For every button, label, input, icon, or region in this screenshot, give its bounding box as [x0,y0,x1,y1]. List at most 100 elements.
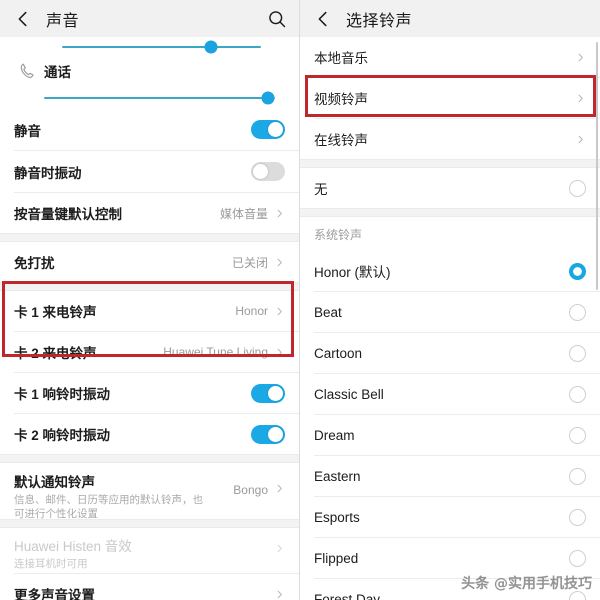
row-label: Huawei Histen 音效 [14,539,132,554]
chevron-right-icon [578,53,583,61]
section-separator [0,282,299,291]
row-ringtone-beat[interactable]: Beat [300,292,600,332]
call-slider-thumb[interactable] [261,91,275,105]
search-icon[interactable] [267,9,287,29]
row-online-ringtone[interactable]: 在线铃声 [300,119,600,159]
sim2-vibrate-toggle[interactable] [251,424,285,444]
sim1-vibrate-toggle[interactable] [251,383,285,403]
dual-pane-screenshot: 声音 通话 静音 静音时振动 按音量键默认控制 媒体音量 免打扰 已关闭 卡 1… [0,0,600,600]
page-title: 选择铃声 [346,12,413,30]
chevron-right-icon [578,94,583,102]
chevron-right-icon [277,590,282,598]
toggle-knob [253,164,268,179]
media-volume-slider[interactable] [0,37,299,54]
row-label: 默认通知铃声 [14,475,95,490]
row-do-not-disturb[interactable]: 免打扰 已关闭 [0,242,299,282]
back-arrow-icon[interactable] [12,8,34,30]
row-label: 卡 2 响铃时振动 [14,428,111,443]
ringtone-radio[interactable] [569,467,586,485]
left-scroll-body[interactable]: 通话 静音 静音时振动 按音量键默认控制 媒体音量 免打扰 已关闭 卡 1 来电… [0,37,299,600]
mute-toggle[interactable] [251,120,285,139]
right-scroll-body[interactable]: 本地音乐 视频铃声 在线铃声 无 系统铃声 Honor (默认) Beat Ca… [300,37,600,600]
chevron-right-icon [277,544,282,553]
row-ringtone-flipped[interactable]: Flipped [300,538,600,578]
row-volume-key-default[interactable]: 按音量键默认控制 媒体音量 [0,193,299,233]
row-sim1-ringtone[interactable]: 卡 1 来电铃声 Honor [0,291,299,331]
row-sim2-ringtone[interactable]: 卡 2 来电铃声 Huawei Tune Living [0,332,299,372]
row-more-sound-settings[interactable]: 更多声音设置 [0,574,299,600]
sound-settings-pane: 声音 通话 静音 静音时振动 按音量键默认控制 媒体音量 免打扰 已关闭 卡 1… [0,0,300,600]
row-label: Classic Bell [314,386,384,402]
ringtone-radio[interactable] [569,426,586,444]
row-label: Esports [314,509,360,525]
row-label: 静音时振动 [14,165,82,181]
call-volume-label: 通话 [44,65,71,80]
ringtone-radio[interactable] [569,344,586,362]
row-label: Honor (默认) [314,265,391,280]
row-label: 无 [314,182,328,197]
section-separator [0,233,299,242]
section-separator [300,208,600,217]
row-label: 卡 1 响铃时振动 [14,387,111,402]
none-radio[interactable] [569,179,586,197]
row-ringtone-esports[interactable]: Esports [300,497,600,537]
back-arrow-icon[interactable] [312,8,334,30]
row-label: Forest Day [314,591,381,600]
section-header-system-ringtones: 系统铃声 [300,217,600,251]
vibrate-on-silent-toggle[interactable] [251,162,285,181]
row-none[interactable]: 无 [300,168,600,208]
row-label: 本地音乐 [314,51,368,66]
chevron-right-icon [277,348,282,356]
row-label: 卡 2 来电铃声 [14,346,97,361]
row-ringtone-cartoon[interactable]: Cartoon [300,333,600,373]
row-label: Beat [314,304,342,320]
right-header: 选择铃声 [300,0,600,37]
row-default-notification-tone[interactable]: 默认通知铃声 信息、邮件、日历等应用的默认铃声，也可进行个性化设置 Bongo [0,463,299,520]
row-label: Cartoon [314,345,363,361]
ringtone-radio[interactable] [569,508,586,526]
section-separator [0,454,299,463]
watermark: 头条 @实用手机技巧 [461,576,592,592]
chevron-right-icon [277,209,282,217]
row-ringtone-eastern[interactable]: Eastern [300,456,600,496]
chevron-right-icon [277,307,282,315]
row-label: 按音量键默认控制 [14,207,122,222]
row-vibrate-on-silent[interactable]: 静音时振动 [0,151,299,192]
row-label: Eastern [314,468,361,484]
section-title: 系统铃声 [314,227,363,242]
scrollbar-thumb[interactable] [595,42,598,290]
ringtone-radio[interactable] [569,385,586,403]
row-subtitle: 信息、邮件、日历等应用的默认铃声，也可进行个性化设置 [14,494,203,520]
row-value: 媒体音量 [219,206,268,221]
row-label: 静音 [14,123,41,139]
section-separator [300,159,600,168]
row-video-ringtone[interactable]: 视频铃声 [300,78,600,118]
row-value: 已关闭 [231,255,268,270]
row-label: 更多声音设置 [14,588,95,600]
row-value: Bongo [233,483,268,497]
ringtone-radio-selected[interactable] [569,262,586,280]
row-value: Huawei Tune Living [163,345,268,359]
media-slider-track[interactable] [62,40,261,54]
row-sim2-vibrate[interactable]: 卡 2 响铃时振动 [0,414,299,454]
row-ringtone-dream[interactable]: Dream [300,415,600,455]
phone-handset-icon [14,61,40,81]
chevron-right-icon [277,484,282,493]
row-ringtone-honor[interactable]: Honor (默认) [300,251,600,291]
row-ringtone-classic-bell[interactable]: Classic Bell [300,374,600,414]
row-local-music[interactable]: 本地音乐 [300,37,600,77]
row-label: 免打扰 [14,256,55,271]
row-mute[interactable]: 静音 [0,109,299,150]
call-slider-track[interactable] [44,91,275,105]
ringtone-radio[interactable] [569,303,586,321]
row-label: 在线铃声 [314,133,368,148]
row-value: Honor [235,304,268,318]
row-sim1-vibrate[interactable]: 卡 1 响铃时振动 [0,373,299,413]
ringtone-radio[interactable] [569,549,586,567]
media-slider-thumb[interactable] [204,40,218,54]
chevron-right-icon [277,258,282,266]
left-header: 声音 [0,0,299,37]
toggle-knob [268,426,283,442]
call-volume-block: 通话 [0,53,299,109]
page-title: 声音 [46,12,80,30]
